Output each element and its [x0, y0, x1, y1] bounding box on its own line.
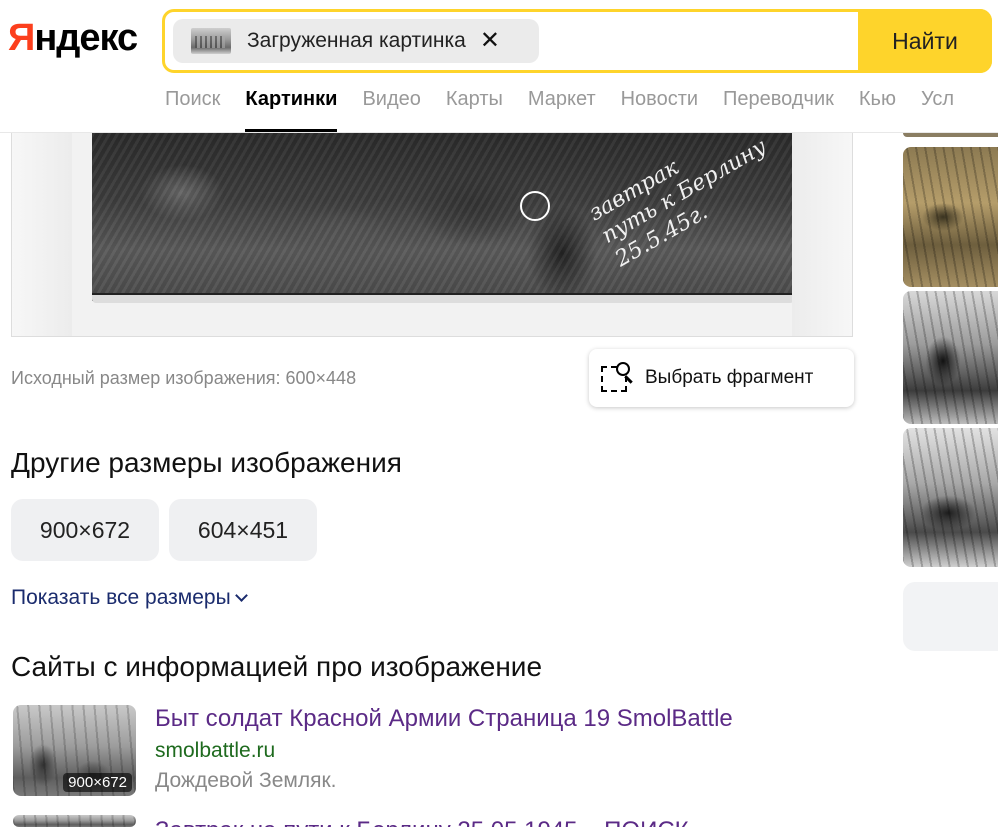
- site-result-snippet: Дождевой Земляк.: [155, 769, 337, 792]
- nav-tab-translate[interactable]: Переводчик: [723, 88, 834, 132]
- nav-tab-news[interactable]: Новости: [621, 88, 698, 132]
- site-result-thumbnail[interactable]: 900×672: [13, 705, 136, 796]
- photo-border: [92, 293, 794, 303]
- show-all-sizes-link[interactable]: Показать все размеры: [11, 586, 248, 610]
- size-chip-900x672[interactable]: 900×672: [11, 499, 159, 561]
- uploaded-image-label: Загруженная картинка: [247, 29, 466, 52]
- select-fragment-button[interactable]: Выбрать фрагмент: [589, 349, 854, 407]
- crop-search-icon: [601, 362, 637, 394]
- thumbnail-size-badge: 900×672: [63, 773, 132, 792]
- nav-tab-q[interactable]: Кью: [859, 88, 896, 132]
- nav-tab-maps[interactable]: Карты: [446, 88, 503, 132]
- uploaded-image-chip[interactable]: Загруженная картинка ✕: [173, 19, 539, 63]
- close-icon[interactable]: ✕: [480, 29, 500, 53]
- select-fragment-label: Выбрать фрагмент: [645, 367, 814, 388]
- size-chip-604x451[interactable]: 604×451: [169, 499, 317, 561]
- original-size-text: Исходный размер изображения: 600×448: [11, 368, 357, 388]
- site-result-thumbnail[interactable]: [13, 815, 136, 827]
- sites-heading: Сайты с информацией про изображение: [11, 651, 543, 682]
- preview-photo[interactable]: завтрак путь к Берлину 25.5.45г.: [72, 133, 794, 336]
- photo-handwriting: завтрак путь к Берлину 25.5.45г.: [585, 133, 785, 273]
- nav-tab-images[interactable]: Картинки: [245, 88, 338, 132]
- image-preview[interactable]: завтрак путь к Берлину 25.5.45г.: [11, 133, 853, 337]
- chevron-down-icon: [234, 588, 248, 602]
- site-result-domain[interactable]: smolbattle.ru: [155, 739, 275, 763]
- nav-tab-services[interactable]: Усл: [921, 88, 954, 132]
- site-result: 900×672 Быт солдат Красной Армии Страниц…: [11, 705, 851, 801]
- nav-tab-video[interactable]: Видео: [362, 88, 420, 132]
- header: Яндекс Загруженная картинка ✕ Найти Поис…: [0, 0, 998, 133]
- nav-tab-search[interactable]: Поиск: [165, 88, 220, 132]
- similar-image-2[interactable]: [903, 291, 998, 424]
- cursor-ring-icon: [520, 191, 550, 221]
- site-result-title[interactable]: Завтрак на пути к Берлину 25.05.1945 – П…: [155, 817, 689, 827]
- site-result-title[interactable]: Быт солдат Красной Армии Страница 19 Smo…: [155, 705, 733, 733]
- preview-blur-right: [792, 133, 852, 336]
- other-sizes-heading: Другие размеры изображения: [11, 447, 402, 478]
- photo-content: завтрак путь к Берлину 25.5.45г.: [92, 133, 794, 301]
- logo-first-letter: Я: [8, 17, 35, 59]
- preview-blur-left: [12, 133, 72, 336]
- search-box[interactable]: Загруженная картинка ✕ Найти: [162, 9, 992, 73]
- site-result: Завтрак на пути к Берлину 25.05.1945 – П…: [11, 815, 851, 827]
- similar-image-3[interactable]: [903, 428, 998, 567]
- show-all-sizes-label: Показать все размеры: [11, 586, 231, 609]
- similar-image-partial[interactable]: [903, 133, 998, 137]
- logo-rest: ндекс: [34, 17, 138, 59]
- search-button[interactable]: Найти: [858, 9, 992, 73]
- similar-image-1[interactable]: [903, 147, 998, 287]
- service-nav: Поиск Картинки Видео Карты Маркет Новост…: [165, 88, 979, 132]
- nav-tab-market[interactable]: Маркет: [528, 88, 596, 132]
- similar-images-more-panel[interactable]: [903, 582, 998, 651]
- uploaded-image-thumbnail: [191, 28, 231, 54]
- yandex-logo[interactable]: Яндекс: [8, 17, 138, 60]
